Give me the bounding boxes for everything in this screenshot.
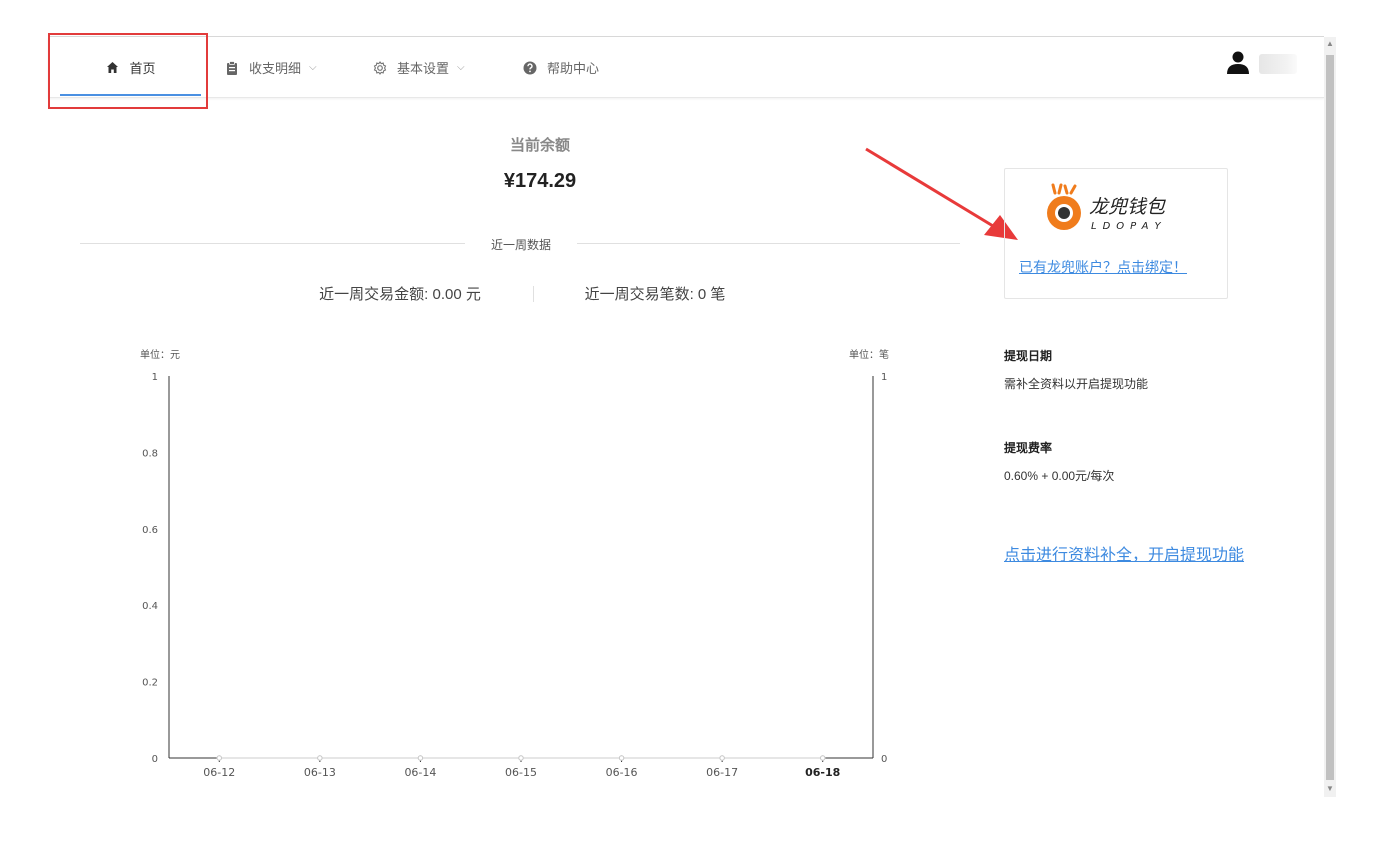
x-axis-tick-label: 06-13 [304,766,336,779]
nav-tab-settings-label: 基本设置 [397,61,450,76]
scroll-up-arrow-icon[interactable]: ▲ [1326,40,1334,48]
complete-profile-link[interactable]: 点击进行资料补全，开启提现功能 [1004,541,1244,565]
data-point [216,755,222,761]
left-axis-tick-label: 0.6 [142,525,158,536]
nav-tab-settings[interactable]: 基本设置 ⌵ [373,37,465,98]
balance-label: 当前余额 [509,137,570,154]
left-axis-tick-label: 0 [152,754,158,765]
x-axis-tick-label: 06-14 [404,766,436,779]
annotation-arrow [860,145,1020,245]
right-axis-unit: 单位：笔 [849,348,889,361]
nav-tab-help[interactable]: 帮助中心 [523,37,599,98]
withdraw-fee-title: 提现费率 [1004,441,1053,455]
ldopay-brand-en: LDOPAY [1091,221,1167,232]
vertical-scrollbar[interactable]: ▲ ▼ [1324,37,1336,797]
week-data-divider-label: 近一周数据 [490,238,551,252]
x-axis-tick-label: 06-12 [203,766,235,779]
gear-icon [373,60,387,75]
annotation-highlight-box [48,33,208,109]
data-point [820,755,826,761]
chevron-down-icon: ⌵ [309,62,317,73]
right-axis-tick-label: 1 [881,372,887,383]
help-circle-icon [523,61,537,75]
week-count-stat: 近一周交易笔数: 0 笔 [584,286,726,303]
balance-value: ¥174.29 [503,170,577,192]
bind-ldopay-link[interactable]: 已有龙兜账户？点击绑定！ [1019,257,1219,277]
divider-line [80,243,465,244]
data-point [417,755,424,761]
top-nav: 首页 收支明细 ⌵ 基本设置 ⌵ 帮助中心 [48,37,1324,98]
ldopay-logo: 龙兜钱包 LDOPAY [1045,183,1195,235]
left-axis-tick-label: 0.4 [142,601,158,612]
clipboard-icon [225,60,239,75]
right-axis-tick-label: 0 [881,754,887,765]
scroll-thumb[interactable] [1326,55,1334,780]
user-name-redacted[interactable] [1259,54,1297,74]
ldopay-brand-cn: 龙兜钱包 [1089,196,1166,218]
scroll-down-arrow-icon[interactable]: ▼ [1326,785,1334,793]
x-axis-tick-label: 06-18 [805,766,840,779]
ldopay-bind-card: 龙兜钱包 LDOPAY 已有龙兜账户？点击绑定！ [1004,168,1228,299]
data-point [518,755,524,761]
x-axis-tick-label: 06-15 [505,766,537,779]
withdraw-date-text: 需补全资料以开启提现功能 [1004,377,1149,391]
nav-tab-help-label: 帮助中心 [547,61,600,76]
week-chart: 单位：元 单位：笔 1 0.8 0.6 0.4 0.2 0 1 0 06-12 06-13 06-14 0… [140,348,889,779]
x-axis-tick-label: 06-17 [706,766,738,779]
stat-separator [533,286,534,302]
x-axis-tick-label: 06-16 [606,766,638,779]
week-amount-stat: 近一周交易金额: 0.00 元 [319,286,481,303]
left-axis-unit: 单位：元 [140,348,180,361]
left-axis-tick-label: 0.2 [142,678,158,689]
data-point [719,755,725,761]
left-axis-tick-label: 0.8 [142,448,158,459]
data-point [317,755,323,761]
app-frame: 首页 收支明细 ⌵ 基本设置 ⌵ 帮助中心 ▲ ▼ 当前余额 ¥174.29 近… [0,0,1376,844]
chevron-down-icon: ⌵ [457,62,465,73]
withdraw-fee-text: 0.60% + 0.00元/每次 [1004,469,1115,483]
withdraw-date-title: 提现日期 [1004,349,1053,363]
data-point [618,755,625,761]
left-axis-tick-label: 1 [152,372,158,383]
nav-tab-ledger[interactable]: 收支明细 ⌵ [225,37,317,98]
nav-tab-ledger-label: 收支明细 [249,61,302,76]
user-icon[interactable] [1226,50,1250,74]
